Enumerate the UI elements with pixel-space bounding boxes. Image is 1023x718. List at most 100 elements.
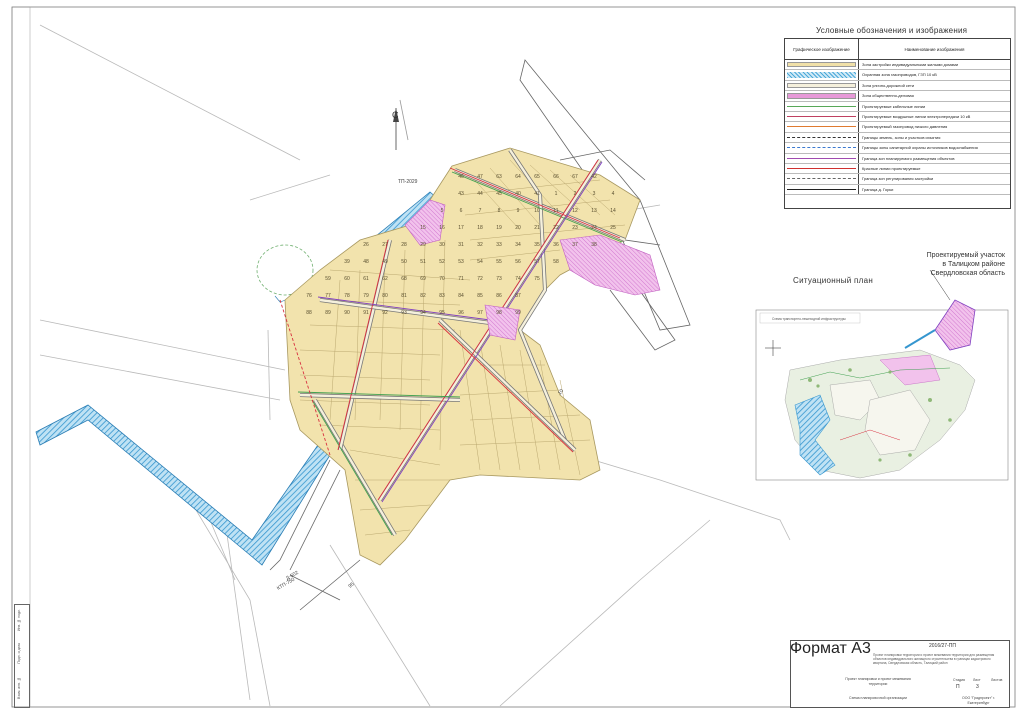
legend-header-symbol: Графическое изображение [785, 39, 859, 59]
plot-number: 76 [306, 293, 312, 299]
plot-number: 30 [439, 242, 445, 248]
plot-number: 49 [382, 259, 388, 265]
legend-label: Зона общественно-деловая [862, 93, 914, 99]
plot-number: 28 [401, 242, 407, 248]
plot-number: 78 [344, 293, 350, 299]
plot-number: 44 [477, 191, 483, 197]
plot-number: 96 [458, 310, 464, 316]
plot-number: 27 [382, 242, 388, 248]
plot-number: 77 [325, 293, 331, 299]
plot-number: 18 [477, 225, 483, 231]
plot-number: 38 [591, 242, 597, 248]
plot-number: 67 [572, 174, 578, 180]
legend-row: Зона общественно-деловая [785, 91, 1010, 102]
plot-number: 9 [517, 208, 520, 214]
legend-swatch [785, 163, 859, 174]
plot-number: 68 [401, 276, 407, 282]
side-strip-line2: Подп. и дата [17, 643, 21, 664]
plot-number: 52 [439, 259, 445, 265]
legend-swatch [785, 60, 859, 70]
drawing-description: Проект планировки территории и проект ме… [873, 653, 995, 665]
legend-swatch [785, 80, 859, 91]
legend-header-name: Наименование изображения [904, 46, 965, 52]
legend-swatch [785, 143, 859, 153]
plot-number: 5 [441, 208, 444, 214]
plot-number: 26 [363, 242, 369, 248]
plot-number: 17 [458, 225, 464, 231]
settlement-plots [284, 147, 641, 566]
sheets-label: Листов [991, 678, 1003, 682]
plot-number: 7 [479, 208, 482, 214]
plot-number: 79 [363, 293, 369, 299]
stage-label: Стадия [953, 678, 965, 682]
plot-number: 14 [610, 208, 616, 214]
plot-number: 97 [477, 310, 483, 316]
plot-number: 59 [325, 276, 331, 282]
plot-number: 50 [401, 259, 407, 265]
legend-label: Границы зоны санитарной охраны источнико… [862, 145, 978, 151]
plot-number: 25 [610, 225, 616, 231]
legend-swatch [785, 91, 859, 101]
plot-number: 55 [496, 259, 502, 265]
plot-number: 70 [439, 276, 445, 282]
plot-number: 37 [572, 242, 578, 248]
plot-number: 81 [401, 293, 407, 299]
plot-number: 89 [325, 310, 331, 316]
plot-number: 56 [515, 259, 521, 265]
legend-swatch [785, 132, 859, 143]
plot-number: 21 [534, 225, 540, 231]
plot-number: 51 [420, 259, 426, 265]
plot-number: 80 [382, 293, 388, 299]
plot-number: 43 [458, 191, 464, 197]
legend-row: Граница д. Горки [785, 184, 1010, 196]
inset-header: Схема транспортно-пешеходной инфраструкт… [772, 317, 847, 321]
legend-header: Графическое изображение Наименование изо… [785, 39, 1010, 60]
plot-number: 57 [534, 259, 540, 265]
plot-number: 19 [496, 225, 502, 231]
plot-number: 82 [420, 293, 426, 299]
plot-number: 4 [612, 191, 615, 197]
plot-number: 41 [534, 191, 540, 197]
plot-number: 11 [553, 208, 558, 214]
legend-swatch [785, 153, 859, 163]
plot-number: 31 [458, 242, 464, 248]
road-label-mid: 95 [347, 581, 355, 589]
plot-number: 64 [515, 174, 521, 180]
plot-number: 2 [574, 191, 577, 197]
side-strip-line3: Взам. инв. № [17, 677, 21, 699]
legend-table: Графическое изображение Наименование изо… [784, 38, 1011, 209]
plot-number: 12 [572, 208, 578, 214]
stage-value: П [956, 684, 960, 690]
legend-label: Красные линии проектируемые [862, 165, 921, 171]
plot-number: 72 [477, 276, 483, 282]
plot-number: 34 [515, 242, 521, 248]
plot-number: 95 [439, 310, 445, 316]
plot-number: 94 [420, 310, 426, 316]
plot-number: 86 [496, 293, 502, 299]
plot-number: 92 [382, 310, 388, 316]
plot-number: 83 [439, 293, 445, 299]
plot-number: 73 [496, 276, 502, 282]
plot-number: 13 [591, 208, 597, 214]
plot-number: 1 [555, 191, 558, 197]
plot-number: 47 [477, 174, 483, 180]
organization: ООО "Градпроект" г. Екатеринбург [962, 696, 995, 705]
legend-row: Проектируемый газопровод низкого давлени… [785, 122, 1010, 133]
plot-number: 75 [534, 276, 540, 282]
plot-number: 48 [363, 259, 369, 265]
road-label-top: ТП-2029 [398, 179, 418, 185]
legend-row: Проектируемые кабельные линии [785, 101, 1010, 112]
plot-number: 88 [306, 310, 312, 316]
plot-number: 91 [363, 310, 369, 316]
plot-number: 45 [496, 191, 502, 197]
north-label: С [392, 110, 399, 120]
plot-number: 3 [593, 191, 596, 197]
plot-number: 20 [515, 225, 521, 231]
plot-number: 93 [401, 310, 407, 316]
legend-title: Условные обозначения и изображения [816, 26, 968, 35]
side-strip-line1: Инв. № подл. [17, 609, 21, 632]
legend-label: Границы земель, зоны и участков изъятия [862, 134, 941, 140]
legend-label: Охранная зона газопроводов, ГЗП 10 кВ [862, 72, 937, 78]
plot-number: 66 [553, 174, 559, 180]
plot-number: 8 [498, 208, 501, 214]
